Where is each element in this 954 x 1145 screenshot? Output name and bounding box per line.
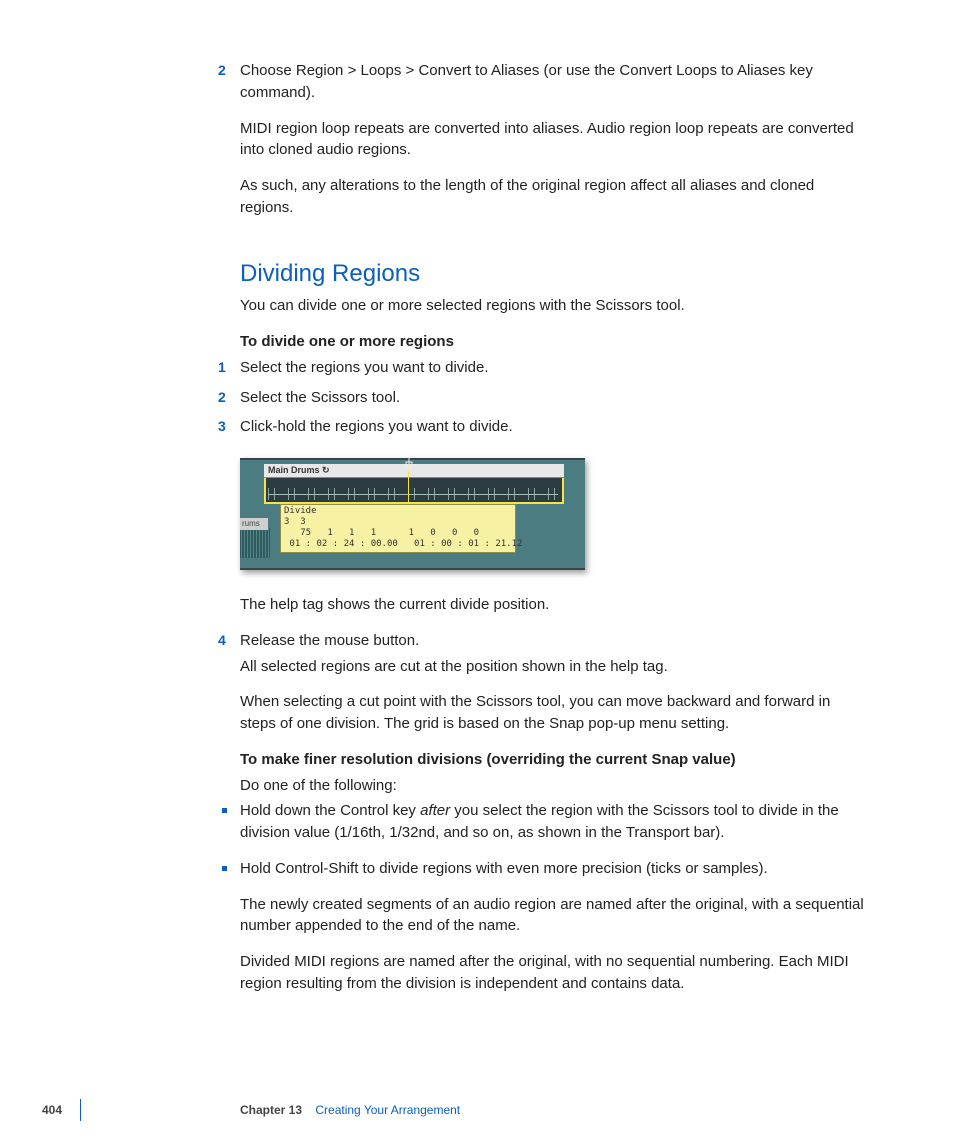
task-title: To divide one or more regions [240, 331, 864, 353]
bullet-control-key: Hold down the Control key after you sele… [240, 800, 864, 844]
page: 2 Choose Region > Loops > Convert to Ali… [0, 0, 954, 1145]
step-para: MIDI region loop repeats are converted i… [240, 118, 864, 162]
section-intro: You can divide one or more selected regi… [240, 295, 864, 317]
help-tag-row3: 01 : 02 : 24 : 00.00 01 : 00 : 01 : 21.1… [284, 539, 512, 550]
task-title: To make finer resolution divisions (over… [240, 749, 864, 771]
footer-divider [80, 1099, 81, 1121]
step-text: Release the mouse button. [240, 630, 864, 652]
step-number: 1 [218, 357, 226, 377]
chapter-label: Chapter 13 [240, 1103, 302, 1117]
step-text: Choose Region > Loops > Convert to Alias… [240, 60, 864, 104]
step-3: 3 Click-hold the regions you want to div… [240, 416, 864, 438]
bullet-control-shift: Hold Control-Shift to divide regions wit… [240, 858, 864, 880]
scissors-cursor-icon [402, 458, 416, 472]
region-name: Main Drums [268, 465, 320, 475]
chapter-info: Chapter 13 Creating Your Arrangement [240, 1103, 460, 1117]
step-para: As such, any alterations to the length o… [240, 175, 864, 219]
step-text: Click-hold the regions you want to divid… [240, 416, 864, 438]
step-1: 1 Select the regions you want to divide. [240, 357, 864, 379]
bullet-icon [222, 808, 227, 813]
step-number: 2 [218, 387, 226, 407]
help-tag-row2: 3 3 75 1 1 1 1 0 0 0 [284, 517, 512, 539]
waveform [268, 488, 558, 500]
italic-text: after [420, 802, 450, 819]
prev-step-2: 2 Choose Region > Loops > Convert to Ali… [240, 60, 864, 219]
task-intro: Do one of the following: [240, 775, 864, 797]
tail-para: The newly created segments of an audio r… [240, 894, 864, 938]
step-4: 4 Release the mouse button. All selected… [240, 630, 864, 735]
track-below [240, 528, 270, 558]
bullet-icon [222, 866, 227, 871]
screenshot: Main Drums ↻ rums Divide 3 3 75 1 1 1 1 … [240, 458, 585, 570]
body-column: 2 Choose Region > Loops > Convert to Ali… [240, 60, 864, 995]
help-tag-title: Divide [284, 506, 512, 517]
chapter-title: Creating Your Arrangement [315, 1103, 460, 1117]
step-number: 2 [218, 60, 226, 80]
loop-icon: ↻ [322, 464, 330, 477]
step-number: 4 [218, 630, 226, 650]
text: Hold Control-Shift to divide regions wit… [240, 860, 768, 877]
step-para: When selecting a cut point with the Scis… [240, 691, 864, 735]
step-text: Select the regions you want to divide. [240, 357, 864, 379]
page-number: 404 [42, 1103, 62, 1117]
bullet-text: Hold Control-Shift to divide regions wit… [240, 858, 864, 880]
step-text: Select the Scissors tool. [240, 387, 864, 409]
tail-para: Divided MIDI regions are named after the… [240, 951, 864, 995]
step-para: All selected regions are cut at the posi… [240, 656, 864, 678]
bullet-text: Hold down the Control key after you sele… [240, 800, 864, 844]
help-tag: Divide 3 3 75 1 1 1 1 0 0 0 01 : 02 : 24… [280, 504, 516, 553]
section-heading: Dividing Regions [240, 257, 864, 292]
after-shot-text: The help tag shows the current divide po… [240, 594, 864, 616]
text: Hold down the Control key [240, 802, 420, 819]
track-label-cropped: rums [240, 518, 268, 530]
step-2: 2 Select the Scissors tool. [240, 387, 864, 409]
step-number: 3 [218, 416, 226, 436]
